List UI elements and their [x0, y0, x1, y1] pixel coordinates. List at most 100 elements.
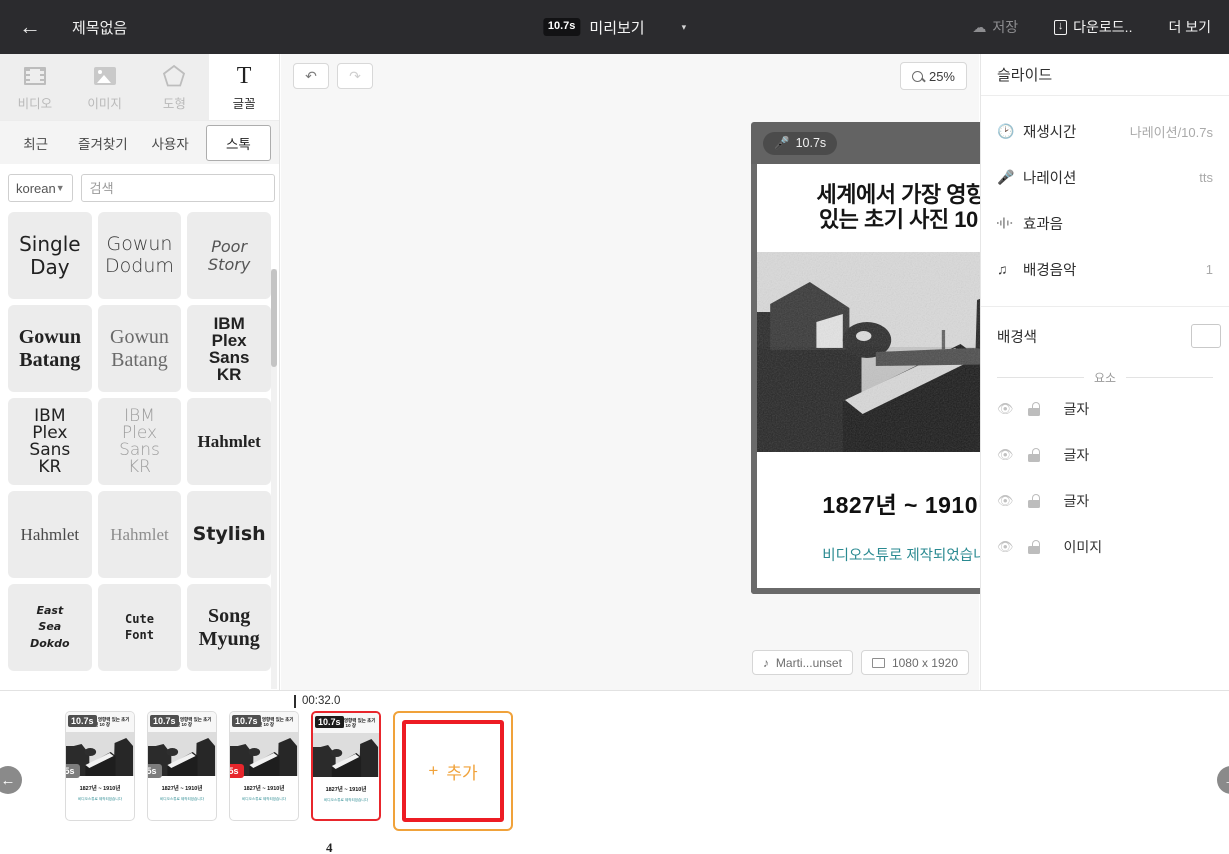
- tab-video[interactable]: 비디오: [0, 54, 70, 120]
- plus-icon: +: [428, 761, 439, 780]
- tab-shape[interactable]: 도형: [140, 54, 210, 120]
- canvas-size-chip[interactable]: 1080 x 1920: [860, 650, 969, 675]
- font-line: Hahmlet: [110, 524, 169, 544]
- slide-years-text[interactable]: 1827년 ~ 1910년: [822, 486, 999, 520]
- redo-icon: ↷: [349, 67, 361, 84]
- save-button[interactable]: ☁ 저장: [954, 0, 1036, 54]
- background-music-chip[interactable]: ♪ Marti...unset: [751, 650, 853, 675]
- font-card[interactable]: Stylish: [187, 491, 271, 578]
- element-label: 글자: [1063, 493, 1090, 509]
- microphone-icon: 🎤: [997, 168, 1015, 185]
- zoom-control[interactable]: 25%: [899, 62, 967, 90]
- font-line: Stylish: [192, 522, 266, 545]
- add-slide-button[interactable]: + 추가: [393, 711, 513, 831]
- font-card[interactable]: Hahmlet: [8, 491, 92, 578]
- unlock-icon[interactable]: [1027, 494, 1040, 508]
- thumb-credit: 비디오스튜로 제작되었습니다: [160, 797, 204, 801]
- font-card[interactable]: Hahmlet: [97, 491, 182, 578]
- back-arrow-icon[interactable]: ←: [0, 0, 60, 54]
- font-line: Dodum: [105, 254, 174, 277]
- pentagon-shape-icon: [162, 63, 186, 89]
- font-card[interactable]: Song Myung: [187, 584, 271, 671]
- element-row-text-1[interactable]: 👁 글자: [981, 386, 1229, 432]
- top-header: ← 제목없음 10.7s 미리보기 ▾ ☁ 저장 다운로드.. 더 보기: [0, 0, 1229, 54]
- chevron-down-icon[interactable]: ▾: [682, 22, 687, 33]
- thumb-years: 1827년 ~ 1910년: [243, 786, 285, 792]
- undo-button[interactable]: ↶: [293, 63, 329, 89]
- slide-title-line2: 있는 초기 사진 10 장: [818, 207, 1004, 232]
- redo-button[interactable]: ↷: [337, 63, 373, 89]
- font-line: Sea: [38, 620, 62, 634]
- tab-image[interactable]: 이미지: [70, 54, 140, 120]
- unlock-icon[interactable]: [1027, 448, 1040, 462]
- microphone-icon: 🎤: [774, 135, 790, 150]
- more-button[interactable]: 더 보기: [1150, 0, 1229, 54]
- element-row-text-2[interactable]: 👁 글자: [981, 432, 1229, 478]
- canvas-footer: ♪ Marti...unset 1080 x 1920: [751, 650, 969, 675]
- subtab-stock[interactable]: 스톡: [205, 124, 271, 161]
- element-list: 👁 글자 👁 글자 👁 글자 👁 이미지: [981, 386, 1229, 570]
- slide-duration-chip[interactable]: 🎤 10.7s: [763, 131, 838, 155]
- font-card[interactable]: Gowun Batang: [97, 305, 182, 392]
- project-title[interactable]: 제목없음: [72, 17, 127, 38]
- slide-gap-badge-selected[interactable]: 0.5s: [230, 764, 244, 778]
- font-card[interactable]: Gowun Batang: [8, 305, 92, 392]
- property-sound-effect[interactable]: 효과음: [981, 200, 1229, 246]
- eye-icon[interactable]: 👁: [997, 447, 1014, 463]
- thumb-photo: [313, 733, 379, 777]
- font-card[interactable]: Single Day: [8, 212, 92, 299]
- element-row-image[interactable]: 👁 이미지: [981, 524, 1229, 570]
- font-card[interactable]: East Sea Dokdo: [8, 584, 92, 671]
- slide-gap-badge[interactable]: 0.5s: [148, 764, 162, 778]
- text-T-icon: T: [236, 62, 252, 89]
- slide-gap-badge[interactable]: 0.5s: [66, 764, 80, 778]
- cloud-save-icon: ☁: [972, 19, 987, 35]
- timeline-slide-3[interactable]: 10.7s 세계에서 가장 영향력 있는 초기 사진 10 장 1827년 ~ …: [229, 711, 299, 821]
- property-bgm-value: 1: [1205, 261, 1213, 277]
- subtab-favorites[interactable]: 즐겨찾기: [71, 126, 134, 160]
- timeline-slide-1[interactable]: 10.7s 세계에서 가장 영향력 있는 초기 사진 10 장 1827년 ~ …: [65, 711, 135, 821]
- eye-icon[interactable]: 👁: [997, 493, 1014, 509]
- tab-font[interactable]: T 글꼴: [209, 54, 279, 120]
- tab-font-label: 글꼴: [232, 96, 256, 111]
- element-row-text-3[interactable]: 👁 글자: [981, 478, 1229, 524]
- slide-credit-text[interactable]: 비디오스튜로 제작되었습니다: [822, 544, 999, 565]
- unlock-icon[interactable]: [1027, 540, 1040, 554]
- more-label: 더 보기: [1168, 19, 1211, 35]
- thumb-body: 1827년 ~ 1910년 비디오스튜로 제작되었습니다: [313, 777, 379, 803]
- font-line: Gowun: [106, 233, 173, 256]
- slide-duration-badge: 10.7s: [150, 715, 179, 727]
- timeline-scroll-right-button[interactable]: →: [1217, 766, 1229, 794]
- background-color-swatch[interactable]: [1191, 324, 1221, 348]
- timeline-slide-4-selected[interactable]: 10.7s 세계에서 가장 영향력 있는 초기 사진 10 장 1827년 ~ …: [311, 711, 381, 821]
- font-card[interactable]: Gowun Dodum: [97, 212, 182, 299]
- property-narration[interactable]: 🎤 나레이션 tts: [981, 154, 1229, 200]
- thumb-credit: 비디오스튜로 제작되었습니다: [324, 798, 368, 802]
- font-line: Batang: [111, 348, 168, 371]
- eye-icon[interactable]: 👁: [997, 539, 1014, 555]
- font-card[interactable]: IBM Plex Sans KR: [8, 398, 92, 485]
- font-card[interactable]: IBM Plex Sans KR: [187, 305, 271, 392]
- preview-button[interactable]: 미리보기: [589, 17, 644, 38]
- property-playtime[interactable]: 🕑 재생시간 나레이션/10.7s: [981, 108, 1229, 154]
- download-button[interactable]: 다운로드..: [1036, 0, 1150, 54]
- font-card[interactable]: Poor Story: [187, 212, 271, 299]
- eye-icon[interactable]: 👁: [997, 401, 1014, 417]
- font-card[interactable]: IBM Plex Sans KR: [97, 398, 182, 485]
- font-line: Gowun: [18, 326, 81, 349]
- search-input[interactable]: [80, 174, 275, 202]
- font-card[interactable]: Hahmlet: [187, 398, 271, 485]
- subtab-user[interactable]: 사용자: [139, 126, 202, 160]
- subtab-recent[interactable]: 최근: [4, 126, 67, 160]
- thumb-body: 1827년 ~ 1910년 비디오스튜로 제작되었습니다: [66, 776, 134, 802]
- language-select[interactable]: korean ▼: [8, 174, 73, 202]
- timeline-slide-2[interactable]: 10.7s 세계에서 가장 영향력 있는 초기 사진 10 장 1827년 ~ …: [147, 711, 217, 821]
- font-list-scrollbar-thumb[interactable]: [271, 269, 277, 367]
- background-color-label: 배경색: [997, 329, 1038, 346]
- property-bgm[interactable]: ♫ 배경음악 1: [981, 246, 1229, 292]
- font-card[interactable]: Cute Font: [97, 584, 182, 671]
- slide-duration-badge: 10.7s: [232, 715, 261, 727]
- canvas-toolbar: ↶ ↷ 25%: [281, 54, 979, 98]
- unlock-icon[interactable]: [1027, 402, 1040, 416]
- font-line: Gowun: [110, 326, 169, 349]
